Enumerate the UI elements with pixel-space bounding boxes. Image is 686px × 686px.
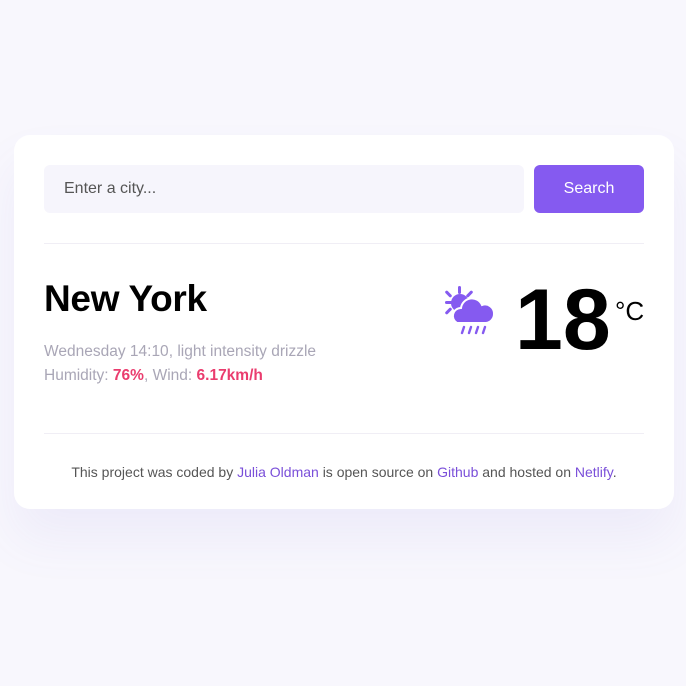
weather-details: Wednesday 14:10, light intensity drizzle… xyxy=(44,340,316,388)
temperature-unit: °C xyxy=(615,296,645,326)
city-search-input[interactable] xyxy=(44,165,524,213)
wind-value: 6.17km/h xyxy=(196,367,263,384)
time: 14:10 xyxy=(129,343,169,360)
temperature-value: 18 xyxy=(515,272,611,368)
city-name: New York xyxy=(44,278,207,319)
footer-text: and hosted on xyxy=(482,464,571,480)
sun-cloud-rain-icon xyxy=(445,286,496,335)
humidity-label: Humidity: xyxy=(44,367,109,384)
humidity-wind: Humidity: 76%, Wind: 6.17km/h xyxy=(44,367,263,384)
netlify-link[interactable]: Netlify xyxy=(575,464,613,480)
weather-card: Search New York Wednesday 14:10, light i… xyxy=(14,135,674,509)
current-weather: New York Wednesday 14:10, light intensit… xyxy=(44,244,644,433)
weekday: Wednesday xyxy=(44,343,126,360)
humidity-value: 76% xyxy=(112,367,144,384)
footer-text: This project was coded by xyxy=(71,464,234,480)
author-link[interactable]: Julia Oldman xyxy=(237,464,319,480)
weather-description: light intensity drizzle xyxy=(177,343,317,360)
footer-period: . xyxy=(612,464,617,480)
date-description: Wednesday 14:10, light intensity drizzle xyxy=(44,343,317,360)
search-button[interactable]: Search xyxy=(534,165,644,213)
footer-text: is open source on xyxy=(322,464,434,480)
footer: This project was coded by Julia Oldman i… xyxy=(44,434,644,480)
github-link[interactable]: Github xyxy=(437,464,478,480)
wind-label: Wind: xyxy=(152,367,193,384)
search-form: Search xyxy=(44,165,644,213)
